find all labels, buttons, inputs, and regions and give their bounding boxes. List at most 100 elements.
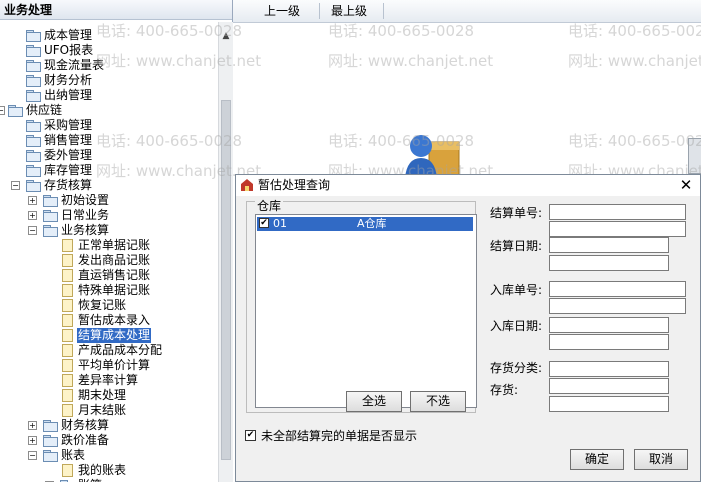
document-icon	[62, 344, 73, 357]
toolbar-divider	[319, 3, 320, 19]
tree-item-period-end-processing[interactable]: 期末处理	[0, 388, 218, 403]
show-unsettled-checkbox[interactable]: ✔	[245, 430, 256, 441]
inventory-to-input[interactable]	[549, 396, 669, 412]
warehouse-checkbox[interactable]: ✔	[259, 218, 269, 228]
inbound-date-to-input[interactable]	[549, 334, 669, 350]
up-level-button[interactable]: 上一级	[264, 0, 300, 22]
tree-item-restore-posting[interactable]: 恢复记账	[0, 298, 218, 313]
document-icon	[62, 374, 73, 387]
ok-button[interactable]: 确定	[570, 449, 624, 470]
tree-item-label: UFO报表	[44, 43, 94, 57]
tree-item-variance-rate-calc[interactable]: 差异率计算	[0, 373, 218, 388]
warehouse-code: 01	[273, 217, 287, 230]
settle-no-to-input[interactable]	[549, 221, 686, 237]
dialog-titlebar[interactable]: 暂估处理查询 ✕	[236, 175, 700, 196]
tree-item-average-price-calc[interactable]: 平均单价计算	[0, 358, 218, 373]
tree-item-direct-sales-posting[interactable]: 直运销售记账	[0, 268, 218, 283]
tree-item-label: 发出商品记账	[78, 253, 151, 267]
tree-item-special-doc-posting[interactable]: 特殊单据记账	[0, 283, 218, 298]
tree-item-shipped-goods-posting[interactable]: 发出商品记账	[0, 253, 218, 268]
tree-item-label: 月末结账	[78, 403, 127, 417]
document-icon	[62, 314, 73, 327]
tree-item-month-end-closing[interactable]: 月末结账	[0, 403, 218, 418]
scroll-thumb[interactable]	[221, 100, 231, 460]
tree-item-cashier[interactable]: 出纳管理	[0, 88, 218, 103]
tree-item-my-reports[interactable]: 我的账表	[0, 463, 218, 478]
expand-toggle-icon[interactable]: +	[28, 196, 37, 205]
tree-item-daily-business[interactable]: + 日常业务	[0, 208, 218, 223]
deselect-all-button[interactable]: 不选	[410, 391, 466, 412]
inventory-label: 存货:	[490, 383, 519, 397]
tree-item-purchase[interactable]: 采购管理	[0, 118, 218, 133]
settle-date-label: 结算日期:	[490, 239, 543, 253]
inbound-no-from-input[interactable]	[549, 281, 686, 297]
collapse-toggle-icon[interactable]: −	[28, 226, 37, 235]
partial-window-icon	[688, 138, 701, 174]
warehouse-list[interactable]: ✔ 01 A仓库	[255, 214, 477, 408]
tree-item-label: 特殊单据记账	[78, 283, 151, 297]
expand-toggle-icon[interactable]: +	[28, 436, 37, 445]
tree-item-sales[interactable]: 销售管理	[0, 133, 218, 148]
folder-open-icon	[43, 225, 58, 237]
tree-item-supply-chain[interactable]: − 供应链	[0, 103, 218, 118]
tree-item-settlement-cost-processing[interactable]: 结算成本处理	[0, 328, 218, 343]
tree-item-reports[interactable]: − 账表	[0, 448, 218, 463]
inbound-date-from-input[interactable]	[549, 317, 669, 333]
tree-item-cash-flow[interactable]: 现金流量表	[0, 58, 218, 73]
settle-date-from-input[interactable]	[549, 237, 669, 253]
collapse-toggle-icon[interactable]: −	[28, 451, 37, 460]
inventory-category-from-input[interactable]	[549, 361, 669, 377]
document-icon	[62, 329, 73, 342]
top-level-button[interactable]: 最上级	[331, 0, 367, 22]
tree-item-inventory-management[interactable]: 库存管理	[0, 163, 218, 178]
tree-item-cost-management[interactable]: 成本管理	[0, 28, 218, 43]
document-icon	[62, 239, 73, 252]
document-icon	[62, 464, 73, 477]
collapse-toggle-icon[interactable]: −	[0, 106, 5, 115]
tree-item-label: 销售管理	[44, 133, 93, 147]
tree-item-label: 采购管理	[44, 118, 93, 132]
tree-item-label: 跌价准备	[61, 433, 110, 447]
tree-item-finished-goods-allocation[interactable]: 产成品成本分配	[0, 343, 218, 358]
tree-item-normal-doc-posting[interactable]: 正常单据记账	[0, 238, 218, 253]
select-all-button[interactable]: 全选	[346, 391, 402, 412]
user-folder-icon	[405, 135, 460, 178]
expand-toggle-icon[interactable]: +	[28, 421, 37, 430]
tree-item-financial-analysis[interactable]: 财务分析	[0, 73, 218, 88]
tree-item-label: 供应链	[26, 103, 63, 117]
list-item[interactable]: ✔ 01 A仓库	[257, 217, 473, 231]
tree-item-initial-settings[interactable]: + 初始设置	[0, 193, 218, 208]
module-tree: 成本管理 UFO报表 现金流量表 财务分析 出纳管理 − 供应链 采购管理 销售…	[0, 22, 218, 482]
tree-scrollbar[interactable]: ▲	[218, 22, 233, 482]
navigation-toolbar: 上一级 最上级	[233, 0, 701, 23]
collapse-toggle-icon[interactable]: −	[11, 181, 20, 190]
tree-item-business-accounting[interactable]: − 业务核算	[0, 223, 218, 238]
inbound-date-label: 入库日期:	[490, 319, 543, 333]
tree-item-label: 出纳管理	[44, 88, 93, 102]
tree-item-outsourcing[interactable]: 委外管理	[0, 148, 218, 163]
inventory-category-to-input[interactable]	[549, 378, 669, 394]
inventory-category-label: 存货分类:	[490, 361, 543, 375]
tree-item-ledgers[interactable]: − 账簿	[0, 478, 218, 482]
expand-toggle-icon[interactable]: +	[28, 211, 37, 220]
settle-no-from-input[interactable]	[549, 204, 686, 220]
settle-date-to-input[interactable]	[549, 255, 669, 271]
tree-item-ufo-report[interactable]: UFO报表	[0, 43, 218, 58]
tree-item-inventory-accounting[interactable]: − 存货核算	[0, 178, 218, 193]
tree-item-label: 初始设置	[61, 193, 110, 207]
left-navigation-panel: 业务处理 成本管理 UFO报表 现金流量表 财务分析 出纳管理 − 供应链 采购…	[0, 0, 233, 482]
warehouse-group: 仓库 ✔ 01 A仓库	[246, 200, 477, 413]
inbound-no-to-input[interactable]	[549, 298, 686, 314]
toolbar-divider	[383, 3, 384, 19]
tree-item-label: 现金流量表	[44, 58, 105, 72]
tree-item-label: 结算成本处理	[77, 328, 152, 343]
estimated-processing-query-dialog: 暂估处理查询 ✕ 仓库 ✔ 01 A仓库 全选 不选 ✔ 未全部结算完的单据是否…	[235, 174, 701, 482]
tree-item-estimated-cost-entry[interactable]: 暂估成本录入	[0, 313, 218, 328]
tree-item-financial-accounting[interactable]: + 财务核算	[0, 418, 218, 433]
tree-item-impairment-provision[interactable]: + 跌价准备	[0, 433, 218, 448]
tree-item-label: 平均单价计算	[78, 358, 151, 372]
cancel-button[interactable]: 取消	[634, 449, 688, 470]
close-icon[interactable]: ✕	[676, 175, 696, 196]
tree-item-label: 账簿	[77, 478, 103, 482]
scroll-up-arrow-icon[interactable]: ▲	[219, 30, 233, 42]
